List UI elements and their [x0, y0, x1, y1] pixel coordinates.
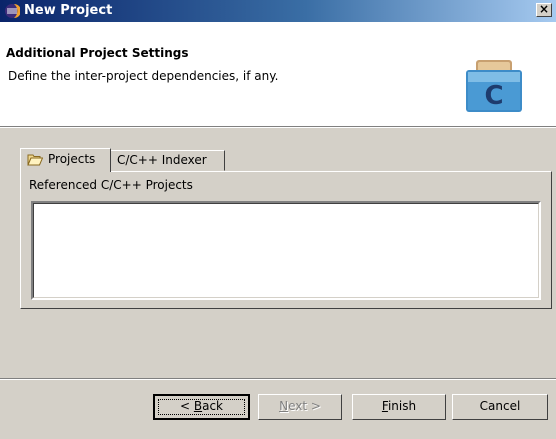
cancel-label: Cancel — [479, 399, 521, 413]
folder-open-icon — [27, 154, 43, 166]
projects-panel: Referenced C/C++ Projects — [20, 171, 552, 309]
close-button[interactable]: × — [536, 3, 552, 17]
tab-projects[interactable]: Projects — [20, 148, 111, 172]
wizard-header: Additional Project Settings Define the i… — [0, 22, 556, 126]
referenced-projects-label: Referenced C/C++ Projects — [29, 178, 193, 192]
finish-label: Finish — [381, 399, 417, 413]
footer-divider — [0, 378, 556, 380]
next-label: Next > — [279, 399, 321, 413]
referenced-projects-list[interactable] — [31, 201, 541, 300]
page-title: Additional Project Settings — [6, 46, 189, 60]
focus-rect — [158, 399, 245, 415]
c-project-icon: C — [466, 60, 522, 112]
title-bar[interactable]: New Project × — [0, 0, 556, 22]
back-button[interactable]: < Back — [153, 394, 250, 420]
header-divider — [0, 126, 556, 128]
eclipse-icon — [5, 4, 20, 18]
new-project-dialog: New Project × Additional Project Setting… — [0, 0, 556, 439]
logo-letter: C — [484, 81, 503, 111]
tab-indexer-label: C/C++ Indexer — [117, 153, 207, 167]
cancel-button[interactable]: Cancel — [452, 394, 548, 420]
tab-projects-label: Projects — [48, 152, 96, 166]
tab-indexer[interactable]: C/C++ Indexer — [111, 150, 225, 171]
window-title: New Project — [24, 3, 113, 18]
finish-button[interactable]: Finish — [352, 394, 446, 420]
next-button[interactable]: Next > — [258, 394, 342, 420]
close-icon: × — [538, 2, 550, 16]
page-description: Define the inter-project dependencies, i… — [8, 69, 279, 83]
